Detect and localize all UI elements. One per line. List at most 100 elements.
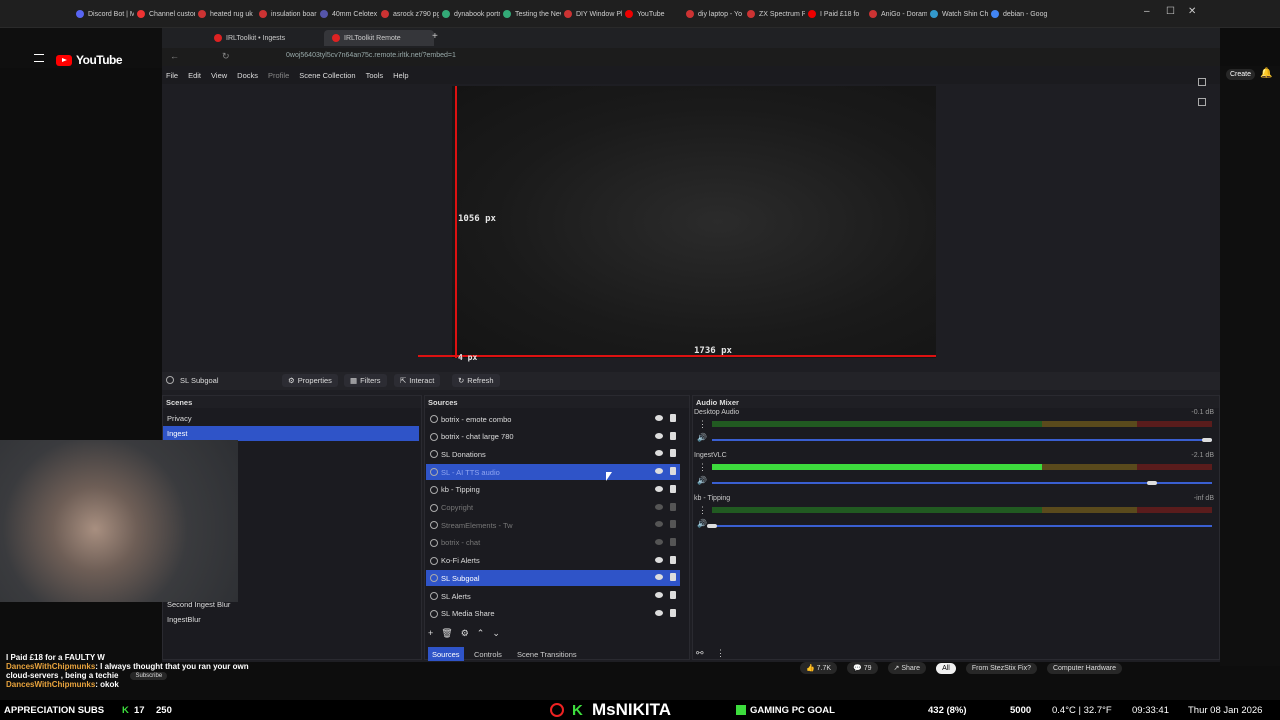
lock-icon[interactable]	[670, 467, 676, 476]
source-item[interactable]: SL Media Share	[426, 606, 680, 622]
source-item[interactable]: SL Subgoal	[426, 570, 680, 587]
preview-layout-icon[interactable]	[1198, 78, 1206, 86]
browser-tab[interactable]: 40mm Celotex	[320, 5, 378, 23]
reload-icon[interactable]: ↻	[222, 51, 230, 62]
visibility-eye-icon[interactable]	[655, 468, 663, 475]
lock-icon[interactable]	[670, 484, 676, 493]
move-down-icon[interactable]: ⌄	[492, 628, 500, 639]
browser-tab[interactable]: AniGo - Doram	[869, 5, 927, 23]
source-item[interactable]: StreamElements - Tw	[426, 517, 680, 533]
browser-tab[interactable]: debian - Goog	[991, 5, 1049, 23]
chip-stezstix[interactable]: From StezStix Fix?	[965, 662, 1037, 674]
visibility-eye-icon[interactable]	[655, 485, 663, 492]
channel-menu-icon[interactable]: ⋮	[698, 505, 707, 516]
hamburger-icon[interactable]	[34, 54, 44, 62]
channel-menu-icon[interactable]: ⋮	[698, 462, 707, 473]
menu-tools[interactable]: Tools	[366, 71, 384, 80]
browser-tab[interactable]: I Paid £18 fo	[808, 5, 866, 23]
lock-icon[interactable]	[670, 431, 676, 440]
volume-slider[interactable]	[707, 524, 1212, 528]
close-icon[interactable]: ✕	[1188, 6, 1196, 17]
source-item[interactable]: Ko-Fi Alerts	[426, 553, 680, 569]
filters-button[interactable]: ▦ Filters	[344, 374, 387, 387]
visibility-eye-icon[interactable]	[655, 574, 663, 581]
maximize-icon[interactable]: ☐	[1166, 6, 1175, 17]
scene-item-ingestblur[interactable]: IngestBlur	[163, 612, 419, 627]
lock-icon[interactable]	[670, 502, 676, 511]
volume-knob[interactable]	[1202, 438, 1212, 442]
channel-menu-icon[interactable]: ⋮	[698, 419, 707, 430]
visibility-eye-icon[interactable]	[655, 503, 663, 510]
menu-edit[interactable]: Edit	[188, 71, 201, 80]
browser-tab[interactable]: Watch Shin Ch	[930, 5, 988, 23]
tab-sources[interactable]: Sources	[428, 647, 464, 661]
create-button[interactable]: Create	[1226, 69, 1256, 80]
speaker-icon[interactable]: 🔊	[697, 476, 707, 485]
notification-bell-icon[interactable]: 🔔	[1260, 68, 1272, 79]
visibility-eye-icon[interactable]	[655, 432, 663, 439]
menu-scene-collection[interactable]: Scene Collection	[299, 71, 355, 80]
menu-help[interactable]: Help	[393, 71, 408, 80]
comments-button[interactable]: 💬 79	[847, 662, 878, 674]
subscribe-button[interactable]: Subscribe	[130, 671, 168, 680]
inner-tab-ingests[interactable]: IRLToolkit • Ingests	[206, 30, 316, 46]
inner-tab-remote[interactable]: IRLToolkit Remote	[324, 30, 434, 46]
browser-tab[interactable]: diy laptop - Yo	[686, 5, 744, 23]
menu-profile[interactable]: Profile	[268, 71, 289, 80]
browser-tab[interactable]: insulation boar	[259, 5, 317, 23]
add-source-icon[interactable]: +	[428, 628, 433, 639]
properties-button[interactable]: ⚙ Properties	[282, 374, 338, 387]
url-bar[interactable]: ← ↻ 0woj56403tyl5cv7n64an75c.remote.irlt…	[162, 48, 1220, 66]
visibility-eye-icon[interactable]	[655, 415, 663, 421]
chip-all[interactable]: All	[936, 662, 956, 674]
preview-canvas[interactable]	[452, 86, 936, 358]
menu-file[interactable]: File	[166, 71, 178, 80]
volume-slider[interactable]	[712, 481, 1212, 485]
visibility-eye-icon[interactable]	[655, 556, 663, 563]
url-text[interactable]: 0woj56403tyl5cv7n64an75c.remote.irltk.ne…	[286, 52, 456, 59]
lock-icon[interactable]	[670, 591, 676, 599]
remove-source-icon[interactable]: 🗑	[441, 628, 452, 639]
visibility-eye-icon[interactable]	[655, 538, 663, 545]
visibility-eye-icon[interactable]	[655, 609, 663, 616]
mixer-menu-icon[interactable]: ⋮	[716, 648, 725, 659]
interact-button[interactable]: ⇱ Interact	[394, 374, 441, 387]
minimize-icon[interactable]: –	[1144, 6, 1150, 17]
tab-scene-transitions[interactable]: Scene Transitions	[513, 647, 581, 661]
lock-icon[interactable]	[670, 449, 676, 458]
speaker-icon[interactable]: 🔊	[697, 433, 707, 442]
browser-tab[interactable]: Discord Bot | M	[76, 5, 134, 23]
browser-tab[interactable]: heated rug uk	[198, 5, 256, 23]
lock-icon[interactable]	[670, 537, 676, 546]
browser-tab[interactable]: dynabook portr	[442, 5, 500, 23]
lock-icon[interactable]	[670, 608, 676, 617]
speaker-icon[interactable]: 🔊	[697, 519, 707, 528]
scene-item-privacy[interactable]: Privacy	[163, 411, 419, 426]
browser-tab[interactable]: Channel custor	[137, 5, 195, 23]
share-button[interactable]: ↗ Share	[887, 662, 927, 674]
like-button[interactable]: 👍 7.7K	[800, 662, 838, 674]
lock-icon[interactable]	[670, 555, 676, 564]
mixer-link-icon[interactable]: ⚯	[696, 648, 704, 659]
move-up-icon[interactable]: ⌃	[477, 628, 485, 639]
source-item[interactable]: SL Donations	[426, 446, 680, 462]
source-item[interactable]: Copyright	[426, 500, 680, 516]
source-item[interactable]: botrix - emote combo	[426, 411, 680, 427]
volume-knob[interactable]	[707, 524, 717, 528]
source-item[interactable]: botrix - chat large 780	[426, 429, 680, 445]
lock-icon[interactable]	[670, 573, 676, 582]
scene-item-ingest[interactable]: Ingest	[163, 426, 419, 441]
new-tab-icon[interactable]: +	[432, 31, 438, 42]
visibility-eye-icon[interactable]	[655, 450, 663, 457]
source-item[interactable]: botrix - chat	[426, 535, 680, 551]
visibility-eye-icon[interactable]	[655, 592, 663, 598]
preview-fullscreen-icon[interactable]	[1198, 98, 1206, 106]
lock-icon[interactable]	[670, 520, 676, 529]
browser-tab[interactable]: YouTube	[625, 5, 683, 23]
chip-computer-hardware[interactable]: Computer Hardware	[1046, 662, 1122, 674]
source-item[interactable]: SL Alerts	[426, 588, 680, 604]
tab-controls[interactable]: Controls	[470, 647, 506, 661]
lock-icon[interactable]	[670, 414, 676, 422]
browser-tab[interactable]: asrock z790 pg	[381, 5, 439, 23]
volume-slider[interactable]	[712, 438, 1212, 442]
